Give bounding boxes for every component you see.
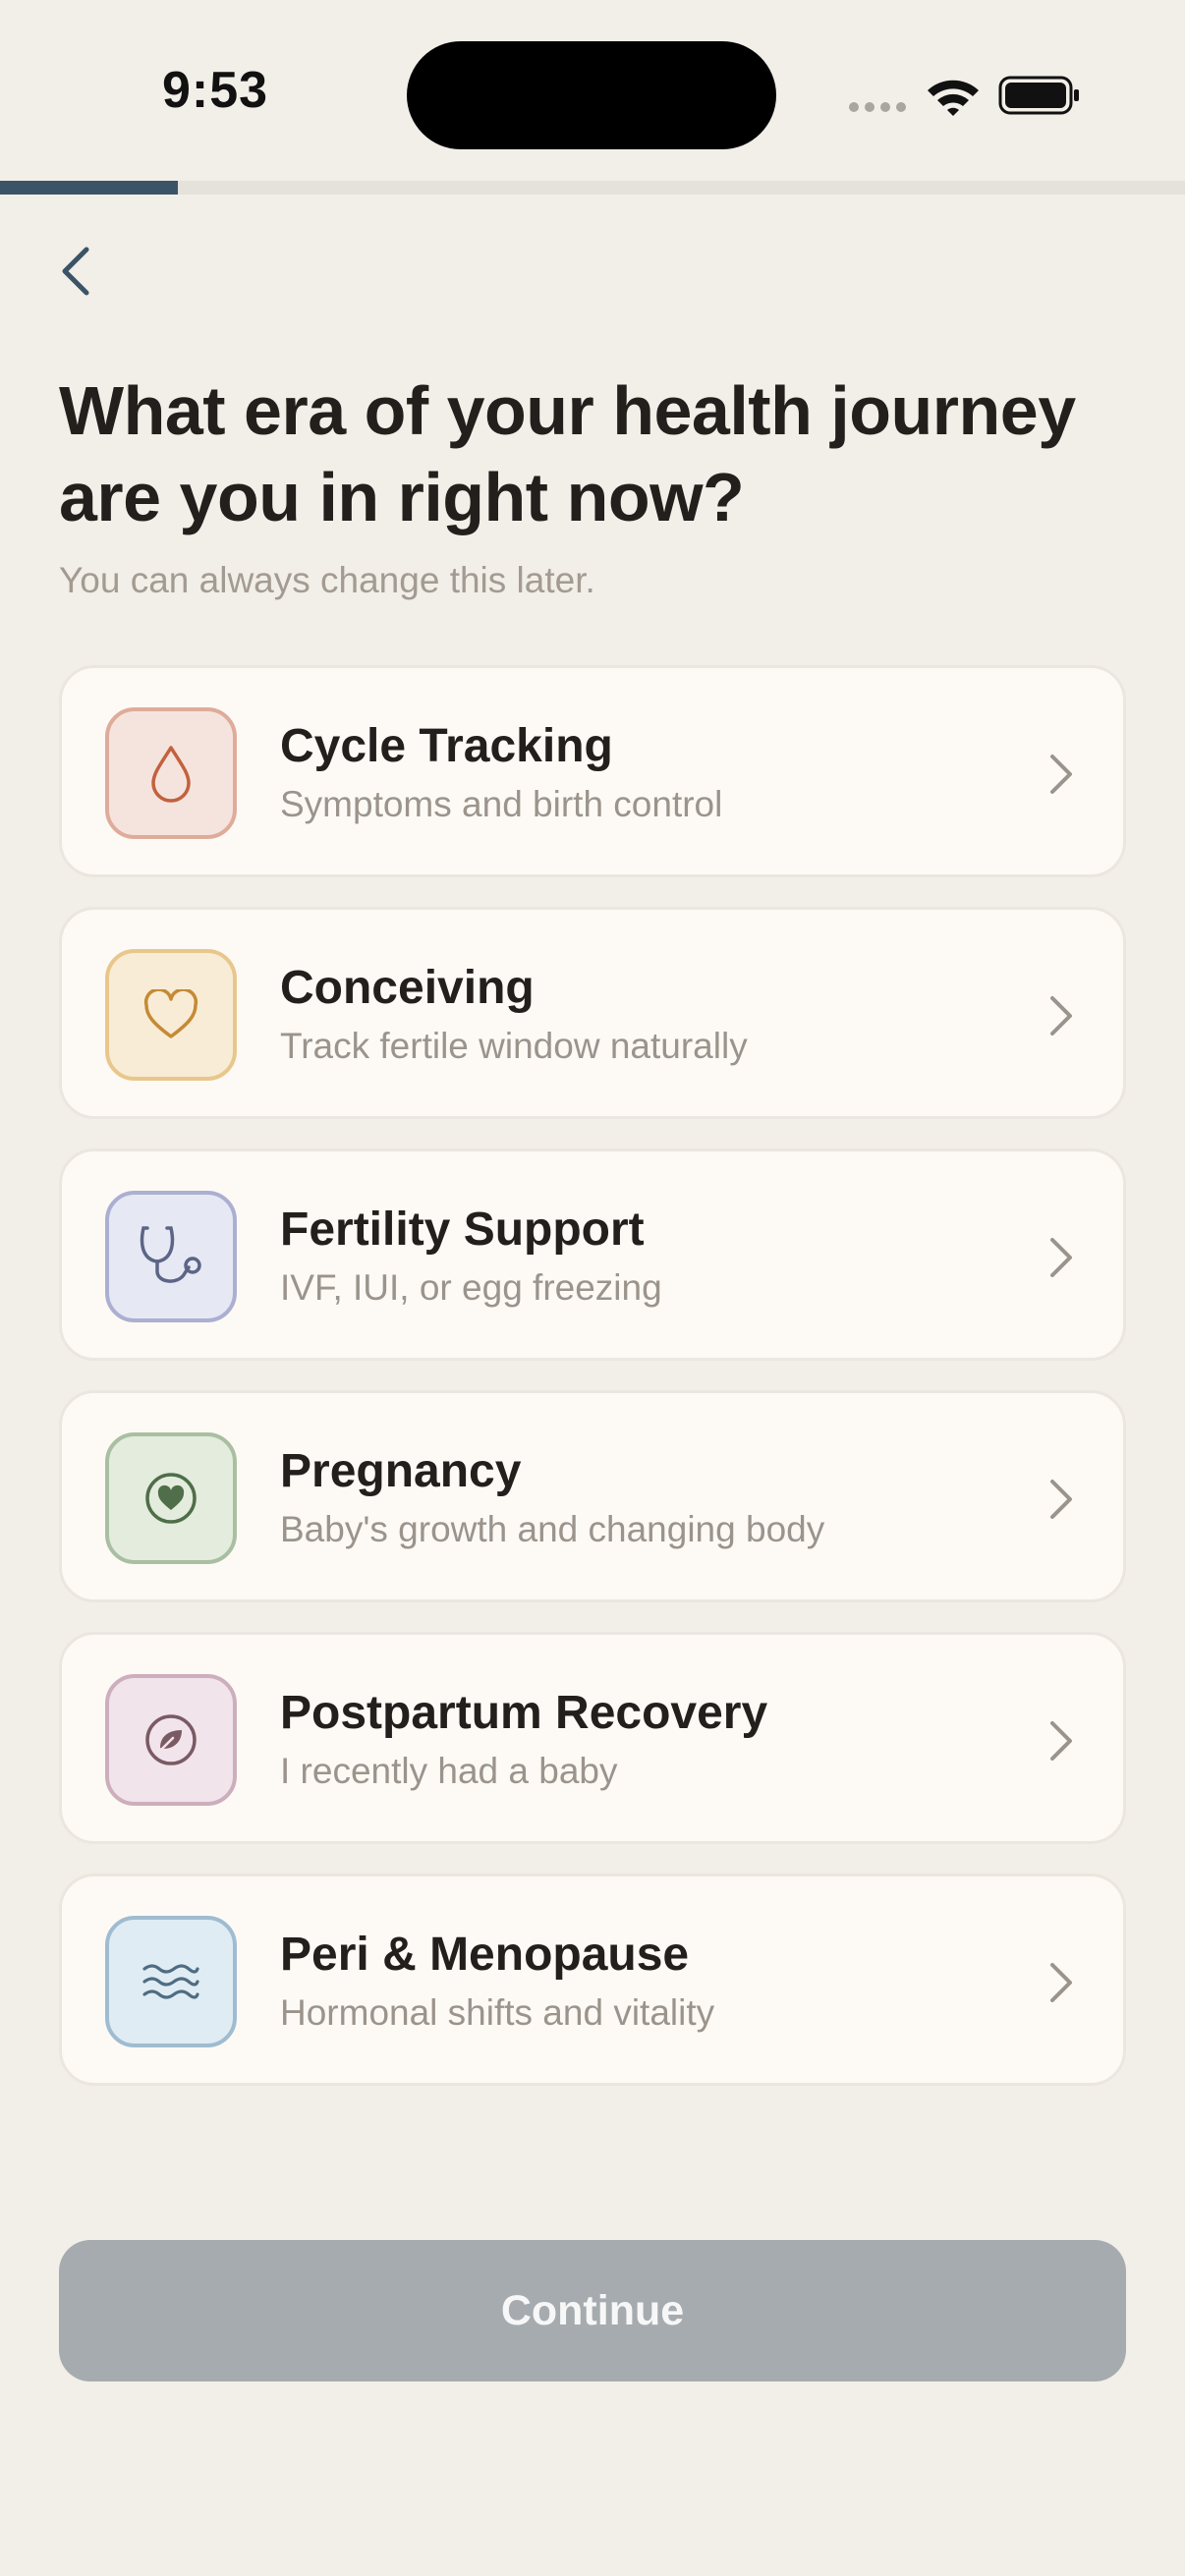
page-title: What era of your health journey are you … xyxy=(59,372,1076,535)
heart-circle-icon xyxy=(145,1473,197,1524)
droplet-icon xyxy=(151,746,191,803)
option-icon-box xyxy=(105,949,237,1081)
option-peri-menopause[interactable]: Peri & Menopause Hormonal shifts and vit… xyxy=(59,1874,1126,2086)
chevron-right-icon xyxy=(1050,1963,1072,2002)
option-icon-box xyxy=(105,1916,237,2047)
back-button[interactable] xyxy=(43,232,106,310)
status-time: 9:53 xyxy=(162,62,269,119)
cellular-signal-icon xyxy=(849,102,906,112)
option-description: Track fertile window naturally xyxy=(280,1026,748,1066)
chevron-right-icon xyxy=(1050,755,1072,794)
onboarding-progress-bar xyxy=(0,181,1185,195)
progress-fill xyxy=(0,181,178,195)
option-description: Hormonal shifts and vitality xyxy=(280,1992,715,2033)
option-title: Postpartum Recovery xyxy=(280,1687,768,1739)
option-icon-box xyxy=(105,1674,237,1806)
option-title: Cycle Tracking xyxy=(280,720,613,772)
page-subtitle: You can always change this later. xyxy=(59,560,595,600)
wifi-icon xyxy=(928,80,979,116)
option-icon-box xyxy=(105,1432,237,1564)
stethoscope-icon xyxy=(140,1226,201,1283)
option-description: Symptoms and birth control xyxy=(280,784,723,824)
continue-button[interactable]: Continue xyxy=(59,2240,1126,2381)
battery-icon xyxy=(998,76,1079,115)
option-description: Baby's growth and changing body xyxy=(280,1509,825,1549)
heart-icon xyxy=(143,989,198,1038)
chevron-left-icon xyxy=(62,247,89,296)
option-icon-box xyxy=(105,1191,237,1322)
option-conceiving[interactable]: Conceiving Track fertile window naturall… xyxy=(59,907,1126,1119)
dynamic-island xyxy=(407,41,776,149)
option-title: Fertility Support xyxy=(280,1204,645,1256)
option-fertility-support[interactable]: Fertility Support IVF, IUI, or egg freez… xyxy=(59,1148,1126,1361)
option-icon-box xyxy=(105,707,237,839)
option-title: Conceiving xyxy=(280,962,535,1014)
chevron-right-icon xyxy=(1050,1238,1072,1277)
chevron-right-icon xyxy=(1050,996,1072,1036)
option-description: I recently had a baby xyxy=(280,1751,618,1791)
option-title: Pregnancy xyxy=(280,1445,522,1497)
option-cycle-tracking[interactable]: Cycle Tracking Symptoms and birth contro… xyxy=(59,665,1126,877)
chevron-right-icon xyxy=(1050,1480,1072,1519)
option-pregnancy[interactable]: Pregnancy Baby's growth and changing bod… xyxy=(59,1390,1126,1602)
waves-icon xyxy=(142,1964,199,1999)
chevron-right-icon xyxy=(1050,1721,1072,1761)
status-bar: 9:53 xyxy=(0,0,1185,177)
option-description: IVF, IUI, or egg freezing xyxy=(280,1267,662,1308)
option-title: Peri & Menopause xyxy=(280,1929,690,1981)
journey-options-list: Cycle Tracking Symptoms and birth contro… xyxy=(59,665,1126,2115)
leaf-icon xyxy=(145,1714,197,1765)
option-postpartum-recovery[interactable]: Postpartum Recovery I recently had a bab… xyxy=(59,1632,1126,1844)
